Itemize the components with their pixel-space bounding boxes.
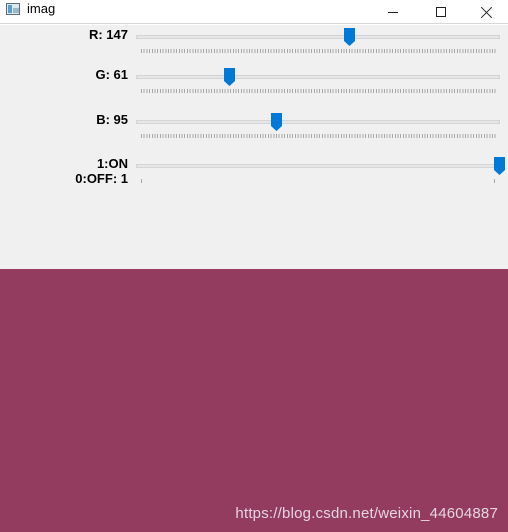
trackbar-g-thumb[interactable] bbox=[224, 68, 235, 86]
maximize-icon bbox=[436, 7, 446, 17]
close-button[interactable] bbox=[464, 0, 508, 24]
trackbar-switch-thumb[interactable] bbox=[494, 157, 505, 175]
trackbar-g-label: G: 61 bbox=[95, 67, 128, 82]
trackbar-switch: 1:ON 0:OFF: 1 bbox=[0, 155, 508, 191]
trackbar-r-thumb[interactable] bbox=[344, 28, 355, 46]
trackbar-r-ticks bbox=[141, 49, 496, 53]
trackbar-b-thumb[interactable] bbox=[271, 113, 282, 131]
trackbar-r-track[interactable] bbox=[136, 35, 500, 39]
trackbar-g-ticks bbox=[141, 89, 496, 93]
trackbar-g-track[interactable] bbox=[136, 75, 500, 79]
maximize-button[interactable] bbox=[418, 0, 464, 24]
trackbar-switch-tick-max bbox=[494, 179, 495, 183]
trackbar-switch-label: 1:ON 0:OFF: 1 bbox=[75, 156, 128, 186]
trackbar-b-label: B: 95 bbox=[96, 112, 128, 127]
trackbar-b: B: 95 bbox=[0, 110, 508, 150]
trackbar-b-track[interactable] bbox=[136, 120, 500, 124]
minimize-button[interactable] bbox=[370, 0, 416, 24]
watermark-text: https://blog.csdn.net/weixin_44604887 bbox=[235, 505, 498, 522]
trackbar-switch-label-line2: 0:OFF: 1 bbox=[75, 171, 128, 186]
trackbar-switch-track[interactable] bbox=[136, 164, 500, 168]
trackbar-switch-tick-min bbox=[141, 179, 142, 183]
app-window-icon bbox=[6, 3, 20, 15]
trackbar-g: G: 61 bbox=[0, 65, 508, 105]
trackbar-panel: R: 147 G: 61 B: 95 1:ON 0:OFF: 1 bbox=[0, 25, 508, 269]
trackbar-b-ticks bbox=[141, 134, 496, 138]
trackbar-r-label: R: 147 bbox=[88, 27, 128, 42]
color-preview: https://blog.csdn.net/weixin_44604887 bbox=[0, 269, 508, 532]
trackbar-r: R: 147 bbox=[0, 25, 508, 65]
window-title: imag bbox=[27, 1, 56, 16]
trackbar-switch-label-line1: 1:ON bbox=[96, 156, 128, 171]
minimize-icon bbox=[388, 11, 398, 13]
title-bar: imag bbox=[0, 0, 508, 24]
close-icon bbox=[481, 6, 493, 18]
